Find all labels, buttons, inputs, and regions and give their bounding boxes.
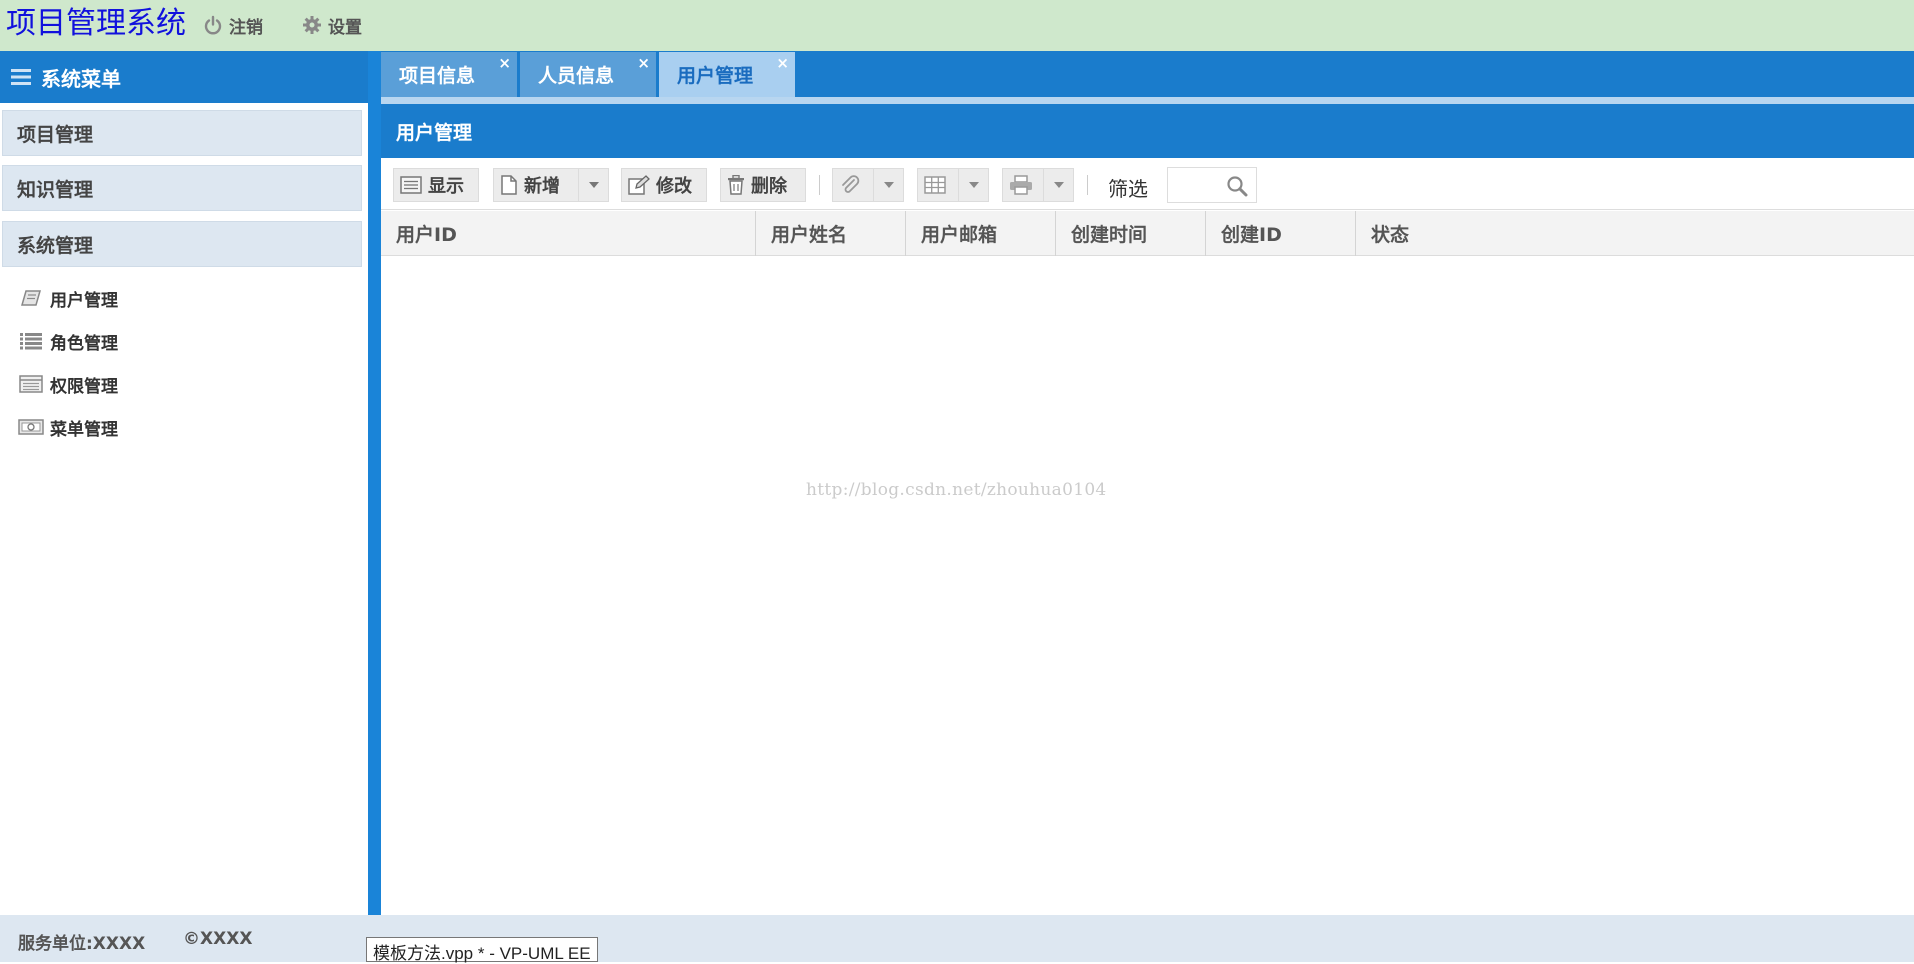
toolbar-separator [819,175,820,195]
panel-title: 用户管理 [381,104,1914,158]
watermark: http://blog.csdn.net/zhouhua0104 [806,480,1107,500]
edit-button[interactable]: 修改 [621,168,707,202]
settings-label: 设置 [328,17,362,38]
toolbar-separator [1087,175,1088,195]
filter-label: 筛选 [1108,177,1148,201]
sidebar-item-label: 菜单管理 [50,419,118,440]
tab-label: 用户管理 [677,65,754,87]
caret-down-icon [968,182,979,188]
file-icon [500,175,518,195]
money-icon [18,416,44,438]
sidebar-panel-project[interactable]: 项目管理 [2,110,362,156]
top-header: 项目管理系统 注销 设置 [0,0,1914,51]
logout-link[interactable]: 注销 [203,12,263,38]
sidebar-item-user-management[interactable]: 用户管理 [18,283,118,313]
show-button[interactable]: 显示 [393,168,479,202]
sidebar: 系统菜单 项目管理 知识管理 系统管理 用户管理 角色管理 权限管理 菜单管理 [0,51,368,915]
filter-input[interactable] [1170,170,1228,200]
delete-button[interactable]: 删除 [720,168,806,202]
view-icon [400,176,422,194]
print-button[interactable] [1002,168,1074,202]
column-header-status[interactable]: 状态 [1356,211,1914,256]
caret-down-icon [588,182,599,188]
add-button[interactable]: 新增 [493,168,609,202]
close-icon[interactable]: × [498,54,511,72]
footer-service-unit: 服务单位:XXXX [18,934,146,954]
logout-label: 注销 [229,17,263,38]
sidebar-item-permission-management[interactable]: 权限管理 [18,369,118,399]
sidebar-item-label: 角色管理 [50,333,118,354]
tab-project-info[interactable]: 项目信息 × [381,52,517,97]
hamburger-icon [11,69,31,85]
list-icon [18,330,44,352]
add-dropdown-caret[interactable] [578,169,608,201]
attach-button[interactable] [832,168,904,202]
sidebar-title: 系统菜单 [41,66,121,91]
column-header-user-id[interactable]: 用户ID [381,211,756,256]
sidebar-item-role-management[interactable]: 角色管理 [18,326,118,356]
taskbar-tooltip: 模板方法.vpp * - VP-UML EE [366,937,598,963]
sidebar-item-label: 用户管理 [50,290,118,311]
tab-user-management[interactable]: 用户管理 × [659,52,795,97]
gear-icon [303,16,321,34]
close-icon[interactable]: × [637,54,650,72]
tab-label: 人员信息 [538,65,615,87]
sidebar-panel-system[interactable]: 系统管理 [2,221,362,267]
search-icon[interactable] [1226,175,1248,197]
columns-button[interactable] [917,168,989,202]
printer-icon [1009,175,1033,195]
column-header-created-time[interactable]: 创建时间 [1056,211,1206,256]
caret-down-icon [883,182,894,188]
edit-icon [628,175,650,195]
sidebar-splitter[interactable] [368,51,381,915]
edit-label: 修改 [656,176,692,197]
add-label: 新增 [524,176,560,197]
sidebar-panel-knowledge[interactable]: 知识管理 [2,165,362,211]
footer-copyright: ©XXXX [183,929,253,949]
toolbar: 显示 新增 修改 删除 筛选 [381,158,1914,210]
app-title: 项目管理系统 [6,6,186,41]
power-icon [204,15,222,35]
attach-dropdown-caret[interactable] [873,169,903,201]
tab-personnel-info[interactable]: 人员信息 × [520,52,656,97]
print-dropdown-caret[interactable] [1043,169,1073,201]
trash-icon [727,175,745,195]
settings-link[interactable]: 设置 [302,12,362,38]
column-header-creator-id[interactable]: 创建ID [1206,211,1356,256]
table-header: 用户ID 用户姓名 用户邮箱 创建时间 创建ID 状态 [381,211,1914,256]
tab-bar: 项目信息 × 人员信息 × 用户管理 × [381,51,1914,97]
column-header-user-name[interactable]: 用户姓名 [756,211,906,256]
book-icon [18,287,44,309]
filter-search-box [1167,167,1257,203]
table-body [381,256,1914,915]
tab-underline [381,97,1914,104]
paperclip-icon [839,174,861,196]
delete-label: 删除 [751,176,787,197]
close-icon[interactable]: × [776,54,789,72]
show-label: 显示 [428,176,464,197]
sidebar-item-menu-management[interactable]: 菜单管理 [18,412,118,442]
caret-down-icon [1053,182,1064,188]
column-header-user-email[interactable]: 用户邮箱 [906,211,1056,256]
columns-dropdown-caret[interactable] [958,169,988,201]
tab-label: 项目信息 [399,65,476,87]
table-list-icon [18,373,44,395]
sidebar-header[interactable]: 系统菜单 [0,51,368,103]
sidebar-item-label: 权限管理 [50,376,118,397]
grid-icon [924,176,946,194]
footer: 服务单位:XXXX ©XXXX [0,915,1914,962]
